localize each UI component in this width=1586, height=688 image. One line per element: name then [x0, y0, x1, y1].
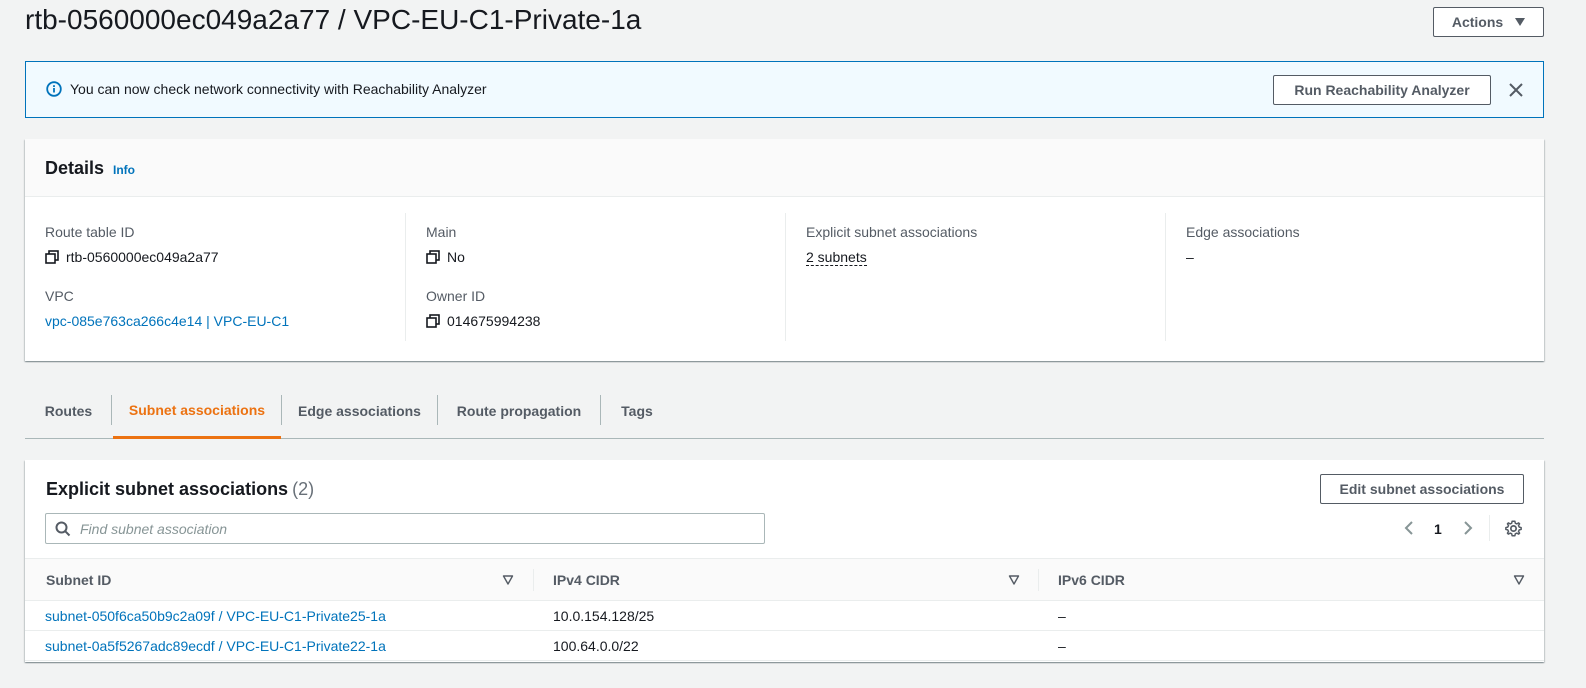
copy-icon[interactable] — [426, 250, 440, 264]
edge-associations-value: – — [1186, 249, 1194, 265]
tab-edge-associations[interactable]: Edge associations — [282, 383, 437, 439]
edge-associations-label: Edge associations — [1186, 224, 1300, 240]
sort-icon[interactable] — [1008, 574, 1020, 586]
info-icon — [46, 81, 62, 97]
route-table-id-text: rtb-0560000ec049a2a77 — [66, 249, 219, 265]
vpc-label: VPC — [45, 288, 74, 304]
info-flash-banner: You can now check network connectivity w… — [25, 61, 1544, 118]
details-column-4: Edge associations – — [1165, 213, 1544, 341]
route-table-id-label: Route table ID — [45, 224, 135, 240]
chevron-right-icon[interactable] — [1461, 520, 1475, 536]
route-table-id-value: rtb-0560000ec049a2a77 — [45, 249, 219, 265]
copy-icon[interactable] — [45, 250, 59, 264]
info-link[interactable]: Info — [113, 163, 135, 177]
page-title: rtb-0560000ec049a2a77 / VPC-EU-C1-Privat… — [25, 4, 642, 35]
details-header: Details Info — [25, 139, 1544, 197]
owner-id-value: 014675994238 — [426, 313, 540, 329]
tab-tags[interactable]: Tags — [601, 383, 673, 439]
column-divider — [1038, 569, 1039, 591]
main-text: No — [447, 249, 465, 265]
sort-icon[interactable] — [502, 574, 514, 586]
search-input[interactable] — [80, 514, 760, 543]
column-header-subnet-id[interactable]: Subnet ID — [46, 559, 111, 601]
subnet-link[interactable]: subnet-0a5f5267adc89ecdf / VPC-EU-C1-Pri… — [45, 638, 386, 654]
tab-subnet-associations[interactable]: Subnet associations — [113, 383, 281, 439]
chevron-left-icon[interactable] — [1402, 520, 1416, 536]
sort-icon[interactable] — [1513, 574, 1525, 586]
subnets-popover-link[interactable]: 2 subnets — [806, 249, 867, 266]
owner-id-text: 014675994238 — [447, 313, 541, 329]
explicit-subnet-associations-label: Explicit subnet associations — [806, 224, 978, 240]
details-column-3: Explicit subnet associations 2 subnets — [785, 213, 1165, 341]
copy-icon[interactable] — [426, 314, 440, 328]
close-icon[interactable] — [1506, 80, 1526, 100]
main-label: Main — [426, 224, 457, 240]
column-header-ipv6-cidr[interactable]: IPv6 CIDR — [1058, 559, 1125, 601]
table-title-text: Explicit subnet associations — [46, 479, 289, 499]
edit-subnet-associations-button[interactable]: Edit subnet associations — [1320, 474, 1524, 504]
search-box — [45, 513, 765, 544]
table-row: subnet-050f6ca50b9c2a09f / VPC-EU-C1-Pri… — [25, 601, 1544, 631]
run-reachability-analyzer-button[interactable]: Run Reachability Analyzer — [1273, 75, 1491, 105]
page-number[interactable]: 1 — [1434, 521, 1442, 537]
details-panel: Details Info Route table ID rtb-0560000e… — [25, 139, 1544, 361]
actions-button[interactable]: Actions — [1433, 7, 1544, 37]
column-header-ipv4-cidr[interactable]: IPv4 CIDR — [553, 559, 620, 601]
ipv4-cidr-cell: 100.64.0.0/22 — [553, 638, 639, 654]
tab-route-propagation[interactable]: Route propagation — [438, 383, 600, 439]
flash-message: You can now check network connectivity w… — [70, 81, 487, 97]
vpc-link[interactable]: vpc-085e763ca266c4e14 | VPC-EU-C1 — [45, 313, 289, 329]
column-divider — [533, 569, 534, 591]
table-title: Explicit subnet associations (2) — [46, 479, 314, 500]
details-column-2: Main No Owner ID 014675994238 — [405, 213, 785, 341]
details-title: Details — [45, 158, 105, 178]
main-value: No — [426, 249, 465, 265]
tab-routes[interactable]: Routes — [25, 383, 112, 439]
ipv6-cidr-cell: – — [1058, 608, 1066, 624]
table-count: (2) — [292, 479, 315, 499]
pager-divider — [1489, 515, 1490, 541]
table-row: subnet-0a5f5267adc89ecdf / VPC-EU-C1-Pri… — [25, 631, 1544, 661]
tab-bar: Routes Subnet associations Edge associat… — [25, 383, 1544, 439]
subnet-associations-table: Explicit subnet associations (2) Edit sub… — [25, 460, 1544, 662]
search-icon — [55, 521, 71, 537]
ipv4-cidr-cell: 10.0.154.128/25 — [553, 608, 655, 624]
actions-button-label: Actions — [1451, 14, 1504, 30]
subnet-link[interactable]: subnet-050f6ca50b9c2a09f / VPC-EU-C1-Pri… — [45, 608, 386, 624]
table-header: Subnet ID IPv4 CIDR IPv6 CIDR — [25, 558, 1544, 601]
gear-icon[interactable] — [1505, 520, 1522, 537]
owner-id-label: Owner ID — [426, 288, 486, 304]
details-column-1: Route table ID rtb-0560000ec049a2a77 VPC… — [45, 213, 405, 341]
ipv6-cidr-cell: – — [1058, 638, 1066, 654]
tab-divider — [111, 395, 112, 425]
explicit-subnet-associations-value: 2 subnets — [806, 249, 867, 266]
caret-down-icon — [1515, 18, 1526, 26]
